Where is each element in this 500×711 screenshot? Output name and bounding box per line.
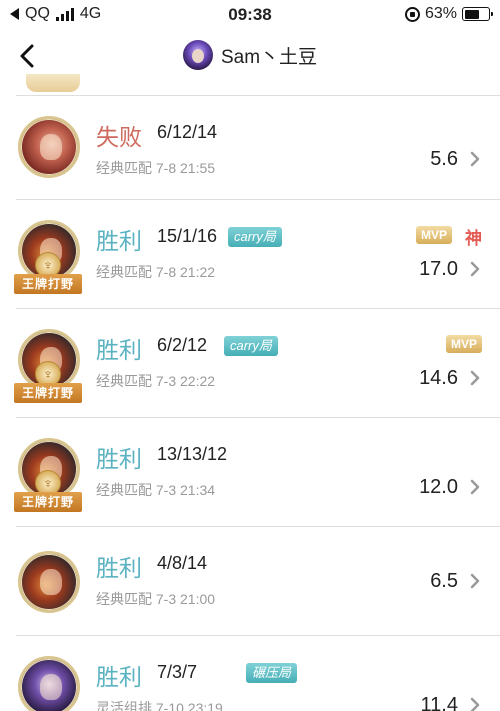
hero-face [40,569,62,595]
chevron-right-icon [470,573,480,589]
status-bar: QQ 4G 09:38 63% [0,0,500,30]
match-mode: 经典匹配 [96,591,152,607]
nav-title-group: Sam丶土豆 [0,40,500,70]
title-badge: ♆ 王牌打野 [14,361,82,407]
match-row[interactable]: ♆ 王牌打野 胜利 13/13/12 经典匹配 7-3 21:34 12.0 [14,418,500,527]
match-result: 胜利 [96,228,142,254]
match-kda: 6/2/12 [157,335,208,355]
hero-avatar [18,116,80,178]
match-row[interactable]: 胜利 4/8/14 经典匹配 7-3 21:00 6.5 [16,527,500,636]
hero-face [40,134,62,160]
badge-label: 王牌打野 [14,274,82,294]
god-badge: 神 [465,229,482,248]
match-score: 14.6 [419,367,458,389]
battery-percent: 63% [424,5,457,22]
match-mode-time: 经典匹配 7-3 21:00 [96,589,215,609]
match-mode: 经典匹配 [96,264,152,280]
match-kda: 13/13/12 [157,444,228,464]
match-time: 7-8 21:55 [155,160,216,176]
match-time: 7-3 21:34 [155,482,216,498]
hero-avatar [18,656,80,711]
match-kda: 7/3/7 [157,662,198,682]
match-time: 7-3 21:00 [155,591,216,607]
chevron-right-icon [470,697,480,711]
match-mode-time: 经典匹配 7-3 22:22 [96,371,215,391]
chevron-right-icon [470,261,480,277]
match-result: 失败 [96,124,142,150]
battery-icon [462,7,493,21]
hero-face [40,674,62,700]
match-score: 5.6 [430,148,458,170]
match-mode: 灵活组排 [96,700,152,711]
match-score: 17.0 [419,258,458,280]
avatar [182,40,213,70]
match-row[interactable]: ♆ 王牌打野 胜利 6/2/12 carry局 MVP 经典匹配 7-3 22:… [14,309,500,418]
match-kda: 15/1/16 [157,226,218,246]
match-tag: 碾压局 [246,663,298,683]
match-mode-time: 灵活组排 7-10 23:19 [96,698,223,711]
badge-label: 王牌打野 [14,492,82,512]
match-kda: 6/12/14 [157,122,218,142]
match-list: 失败 6/12/14 经典匹配 7-8 21:55 5.6 ♆ 王牌打野 胜利 … [0,74,500,711]
battery-fill [464,9,479,19]
page-title: Sam丶土豆 [220,46,318,68]
match-mode-time: 经典匹配 7-3 21:34 [96,480,215,500]
mvp-badge: MVP [445,335,482,353]
chevron-right-icon [470,370,480,386]
match-tag: carry局 [228,227,282,247]
match-result: 胜利 [96,664,142,690]
match-mode-time: 经典匹配 7-8 21:22 [96,262,215,282]
match-score: 6.5 [430,570,458,592]
match-mode: 经典匹配 [96,373,152,389]
match-time: 7-8 21:22 [155,264,216,280]
list-item-partial [16,74,500,96]
match-score: 11.4 [420,694,458,711]
badge-label: 王牌打野 [14,383,82,403]
match-result: 胜利 [96,446,142,472]
mvp-badge: MVP [415,226,452,244]
badge-partial [26,74,80,92]
match-tag: carry局 [224,336,278,356]
chevron-right-icon [470,479,480,495]
match-row[interactable]: 胜利 7/3/7 碾压局 灵活组排 7-10 23:19 11.4 [16,636,500,711]
chevron-right-icon [470,151,480,167]
match-time: 7-3 22:22 [155,373,216,389]
hero-avatar [18,551,80,613]
match-result: 胜利 [96,337,142,363]
match-score: 12.0 [419,476,458,498]
title-badge: ♆ 王牌打野 [14,252,82,298]
match-result: 胜利 [96,555,142,581]
match-mode: 经典匹配 [96,482,152,498]
match-kda: 4/8/14 [157,553,208,573]
match-row[interactable]: ♆ 王牌打野 胜利 15/1/16 carry局 MVP 神 经典匹配 7-8 … [14,200,500,309]
orientation-lock-icon [404,6,420,22]
title-badge: ♆ 王牌打野 [14,470,82,516]
match-time: 7-10 23:19 [155,700,223,711]
match-mode-time: 经典匹配 7-8 21:55 [96,158,215,178]
match-row[interactable]: 失败 6/12/14 经典匹配 7-8 21:55 5.6 [16,96,500,200]
status-right: 63% [404,5,493,23]
match-mode: 经典匹配 [96,160,152,176]
